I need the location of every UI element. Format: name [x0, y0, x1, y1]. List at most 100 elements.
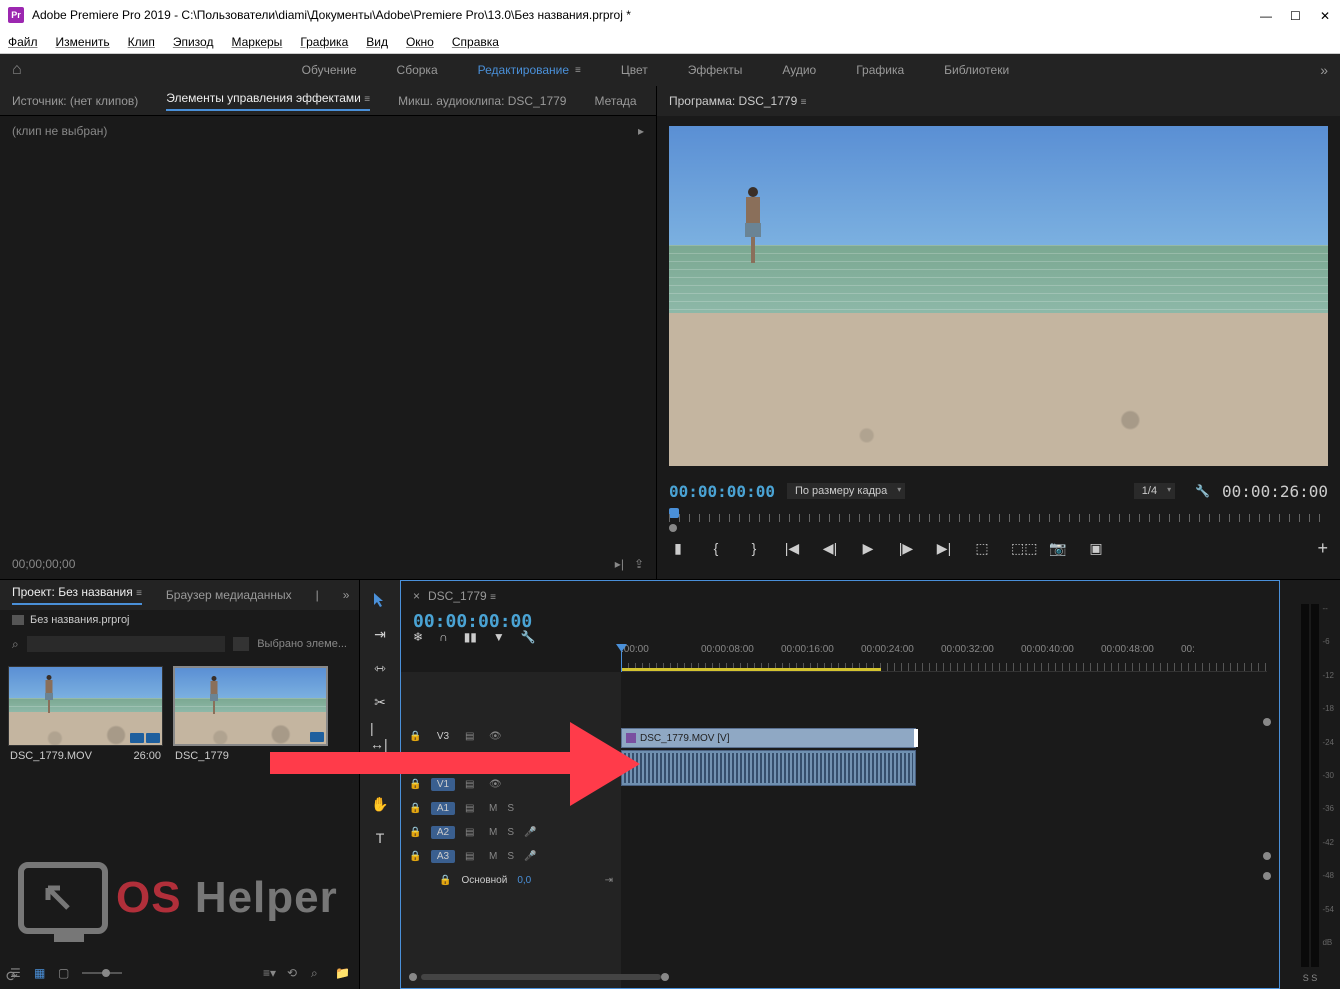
sync-lock-icon[interactable]: ▤ — [465, 779, 479, 789]
eye-icon[interactable]: 👁 — [489, 779, 502, 790]
extract-button[interactable]: ⬚⬚ — [1011, 540, 1029, 557]
src-export-icon[interactable]: ⇪ — [634, 557, 644, 571]
type-tool[interactable]: T — [370, 828, 390, 848]
mark-in-button[interactable]: { — [707, 540, 725, 556]
freeform-view-button[interactable]: ▢ — [58, 966, 72, 980]
new-bin-button[interactable]: 📁 — [335, 966, 349, 980]
sync-lock-icon[interactable]: ▤ — [465, 803, 479, 813]
auto-match-icon[interactable]: ⟲ — [287, 966, 301, 980]
go-to-out-button[interactable]: ▶| — [935, 540, 953, 557]
timeline-ruler[interactable]: :00:00 00:00:08:00 00:00:16:00 00:00:24:… — [621, 644, 1267, 672]
program-scrubber[interactable] — [669, 506, 1328, 530]
track-v3[interactable]: V3 — [431, 730, 455, 743]
add-marker-icon[interactable]: ▮▮ — [464, 630, 477, 644]
sync-settings-icon[interactable]: ⟳ — [6, 968, 18, 985]
menu-markers[interactable]: Маркеры — [231, 35, 282, 49]
tab-audio-mixer[interactable]: Микш. аудиоклипа: DSC_1779 — [398, 94, 566, 108]
linked-selection-icon[interactable]: ∩ — [439, 630, 448, 644]
button-editor-icon[interactable]: + — [1317, 538, 1328, 559]
timeline-tracks[interactable]: DSC_1779.MOV [V] — [621, 672, 1279, 988]
sync-lock-icon[interactable]: ▤ — [465, 731, 479, 741]
menu-help[interactable]: Справка — [452, 35, 499, 49]
sync-lock-icon[interactable]: ▤ — [465, 827, 479, 837]
thumbnail-size-slider[interactable] — [82, 972, 122, 974]
master-value[interactable]: 0,0 — [517, 875, 531, 886]
menu-file[interactable]: Файл — [8, 35, 38, 49]
home-icon[interactable]: ⌂ — [12, 61, 22, 79]
lock-icon[interactable]: 🔒 — [409, 851, 421, 862]
workspace-edit-menu-icon[interactable]: ≡ — [575, 65, 581, 76]
workspace-color[interactable]: Цвет — [621, 63, 648, 77]
track-a1-patch[interactable]: A1 — [431, 802, 455, 815]
tab-program[interactable]: Программа: DSC_1779 ≡ — [669, 94, 806, 108]
track-select-tool[interactable]: ⇥ — [370, 624, 390, 644]
voiceover-icon[interactable]: 🎤 — [524, 827, 536, 838]
snap-toggle-icon[interactable]: ❄ — [413, 630, 423, 644]
menu-window[interactable]: Окно — [406, 35, 434, 49]
timeline-marker-icon[interactable]: ▼ — [493, 630, 505, 644]
lock-icon[interactable]: 🔒 — [409, 779, 421, 790]
lock-icon[interactable]: 🔒 — [409, 731, 421, 742]
timeline-zoom-scroll[interactable] — [409, 972, 1267, 982]
video-clip[interactable]: DSC_1779.MOV [V] — [621, 728, 916, 748]
workspace-libraries[interactable]: Библиотеки — [944, 63, 1009, 77]
sequence-close-icon[interactable]: × — [413, 589, 420, 603]
src-go-icon[interactable]: ▸| — [615, 557, 624, 571]
selection-tool[interactable] — [370, 590, 390, 610]
workspace-effects[interactable]: Эффекты — [688, 63, 743, 77]
tab-effect-controls[interactable]: Элементы управления эффектами ≡ — [166, 91, 370, 111]
lock-icon[interactable]: 🔒 — [439, 875, 451, 886]
workspace-graphics[interactable]: Графика — [856, 63, 904, 77]
menu-view[interactable]: Вид — [366, 35, 388, 49]
mark-out-button[interactable]: } — [745, 540, 763, 556]
program-menu-icon[interactable]: ≡ — [801, 97, 807, 108]
menu-graphics[interactable]: Графика — [300, 35, 348, 49]
compare-button[interactable]: ▣ — [1087, 540, 1105, 557]
track-v1[interactable]: V1 — [431, 778, 455, 791]
voiceover-icon[interactable]: 🎤 — [524, 851, 536, 862]
track-a2[interactable]: A2 — [431, 826, 455, 839]
play-button[interactable]: ▶ — [859, 540, 877, 557]
mute-button[interactable]: M — [489, 803, 497, 814]
workspace-overflow-icon[interactable]: » — [1320, 62, 1328, 78]
icon-view-button[interactable]: ▦ — [34, 966, 48, 980]
menu-edit[interactable]: Изменить — [56, 35, 110, 49]
minimize-button[interactable]: — — [1260, 9, 1272, 21]
slip-tool[interactable]: |↔| — [370, 726, 390, 746]
new-bin-icon[interactable] — [233, 637, 249, 651]
add-marker-button[interactable]: ▮ — [669, 540, 687, 557]
lift-button[interactable]: ⬚ — [973, 540, 991, 557]
bin-item[interactable]: DSC_1779 — [173, 666, 328, 766]
lock-icon[interactable]: 🔒 — [409, 803, 421, 814]
close-button[interactable]: ✕ — [1320, 9, 1332, 21]
find-icon[interactable]: ⌕ — [311, 966, 325, 980]
bin-item[interactable]: DSC_1779.MOV26:00 — [8, 666, 163, 766]
lock-icon[interactable]: 🔒 — [409, 827, 421, 838]
hand-tool[interactable]: ✋ — [370, 794, 390, 814]
project-search-input[interactable] — [27, 636, 225, 652]
step-back-button[interactable]: ◀| — [821, 540, 839, 557]
workspace-learn[interactable]: Обучение — [302, 63, 357, 77]
sync-lock-icon[interactable]: ▤ — [465, 755, 479, 765]
workspace-edit[interactable]: Редактирование — [478, 63, 569, 77]
menu-sequence[interactable]: Эпизод — [173, 35, 214, 49]
program-zoom-select[interactable]: По размеру кадра — [787, 483, 905, 499]
tab-fx-menu-icon[interactable]: ≡ — [364, 94, 370, 105]
sort-icon[interactable]: ≡▾ — [263, 966, 277, 980]
workspace-audio[interactable]: Аудио — [782, 63, 816, 77]
sync-lock-icon[interactable]: ▤ — [465, 851, 479, 861]
solo-button[interactable]: S — [507, 803, 514, 814]
menu-clip[interactable]: Клип — [128, 35, 155, 49]
export-frame-button[interactable]: 📷 — [1049, 540, 1067, 557]
settings-icon[interactable]: 🔧 — [1195, 484, 1210, 498]
scroll-handle[interactable] — [1263, 718, 1271, 726]
tab-media-browser[interactable]: Браузер медиаданных — [166, 588, 292, 602]
tab-source[interactable]: Источник: (нет клипов) — [12, 94, 138, 108]
sequence-tab[interactable]: DSC_1779 ≡ — [428, 589, 496, 603]
lock-icon[interactable]: 🔒 — [409, 755, 421, 766]
timeline-settings-icon[interactable]: 🔧 — [521, 630, 536, 644]
maximize-button[interactable]: ☐ — [1290, 9, 1302, 21]
eye-icon[interactable]: 👁 — [489, 755, 502, 766]
workspace-assembly[interactable]: Сборка — [397, 63, 438, 77]
eye-icon[interactable]: 👁 — [489, 731, 502, 742]
